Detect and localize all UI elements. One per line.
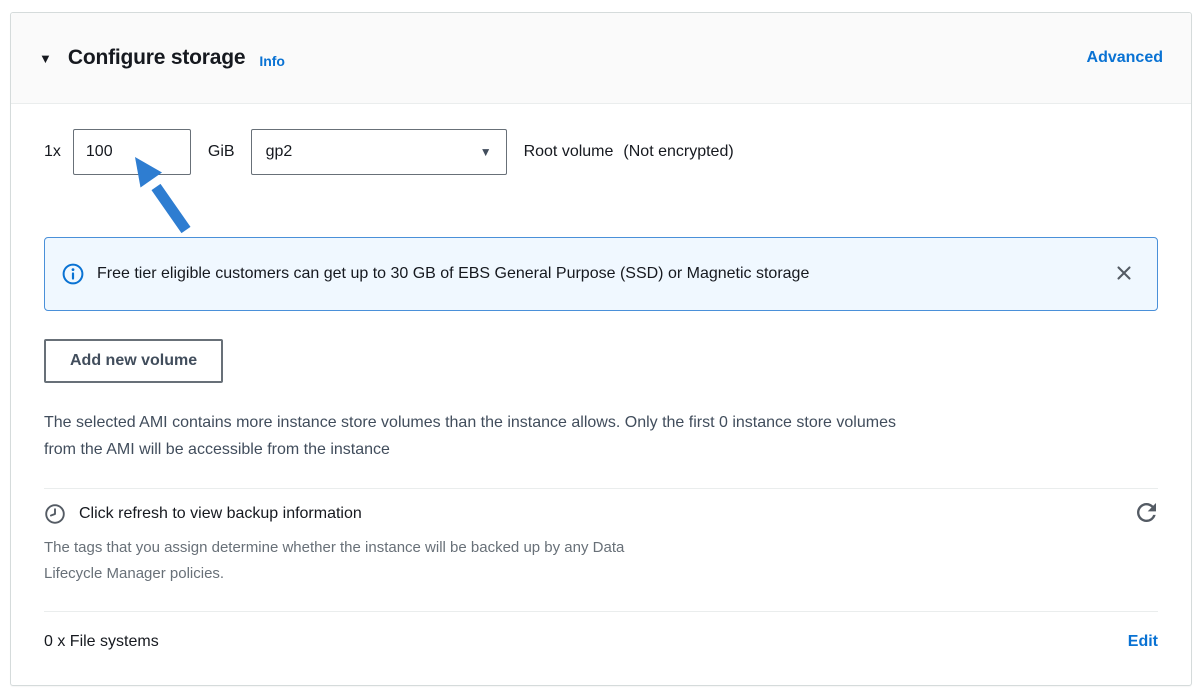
backup-description-line2: Lifecycle Manager policies. [44, 565, 224, 582]
info-circle-icon [62, 263, 84, 285]
chevron-down-icon: ▼ [480, 145, 492, 159]
alert-message: Free tier eligible customers can get up … [97, 265, 1107, 283]
volume-type-value: gp2 [266, 143, 293, 161]
section-title: Configure storage [68, 46, 245, 70]
encryption-status-label: (Not encrypted) [623, 143, 733, 161]
alert-close-button[interactable] [1107, 260, 1141, 289]
root-volume-row: 1x GiB gp2 ▼ Root volume (Not encrypted) [44, 129, 1158, 175]
backup-title: Click refresh to view backup information [79, 505, 362, 523]
ami-notice-line2: from the AMI will be accessible from the… [44, 441, 390, 458]
volume-unit-label: GiB [208, 143, 235, 161]
ami-notice-line1: The selected AMI contains more instance … [44, 414, 896, 431]
volume-type-select[interactable]: gp2 ▼ [251, 129, 507, 175]
ami-notice-text: The selected AMI contains more instance … [44, 409, 1158, 463]
panel-header: ▼ Configure storage Info Advanced [11, 13, 1191, 104]
advanced-link[interactable]: Advanced [1087, 49, 1163, 67]
section-divider [44, 488, 1158, 489]
backup-description: The tags that you assign determine wheth… [44, 535, 1158, 587]
section-divider [44, 611, 1158, 612]
root-volume-label: Root volume [524, 143, 614, 161]
panel-body: 1x GiB gp2 ▼ Root volume (Not encrypted)… [11, 129, 1191, 651]
volume-count-label: 1x [44, 143, 61, 161]
free-tier-alert: Free tier eligible customers can get up … [44, 237, 1158, 311]
configure-storage-panel: ▼ Configure storage Info Advanced 1x GiB… [10, 12, 1192, 686]
edit-link[interactable]: Edit [1128, 633, 1158, 651]
backup-header: Click refresh to view backup information [44, 501, 1158, 527]
file-systems-row: 0 x File systems Edit [44, 633, 1158, 651]
volume-size-input[interactable] [73, 129, 191, 175]
backup-description-line1: The tags that you assign determine wheth… [44, 539, 624, 556]
close-icon [1115, 264, 1133, 285]
refresh-icon [1137, 503, 1156, 525]
collapse-caret-icon[interactable]: ▼ [39, 52, 52, 65]
file-systems-summary: 0 x File systems [44, 633, 159, 651]
add-new-volume-button[interactable]: Add new volume [44, 339, 223, 383]
refresh-button[interactable] [1135, 501, 1158, 527]
info-link[interactable]: Info [259, 53, 285, 69]
clock-icon [44, 503, 66, 525]
